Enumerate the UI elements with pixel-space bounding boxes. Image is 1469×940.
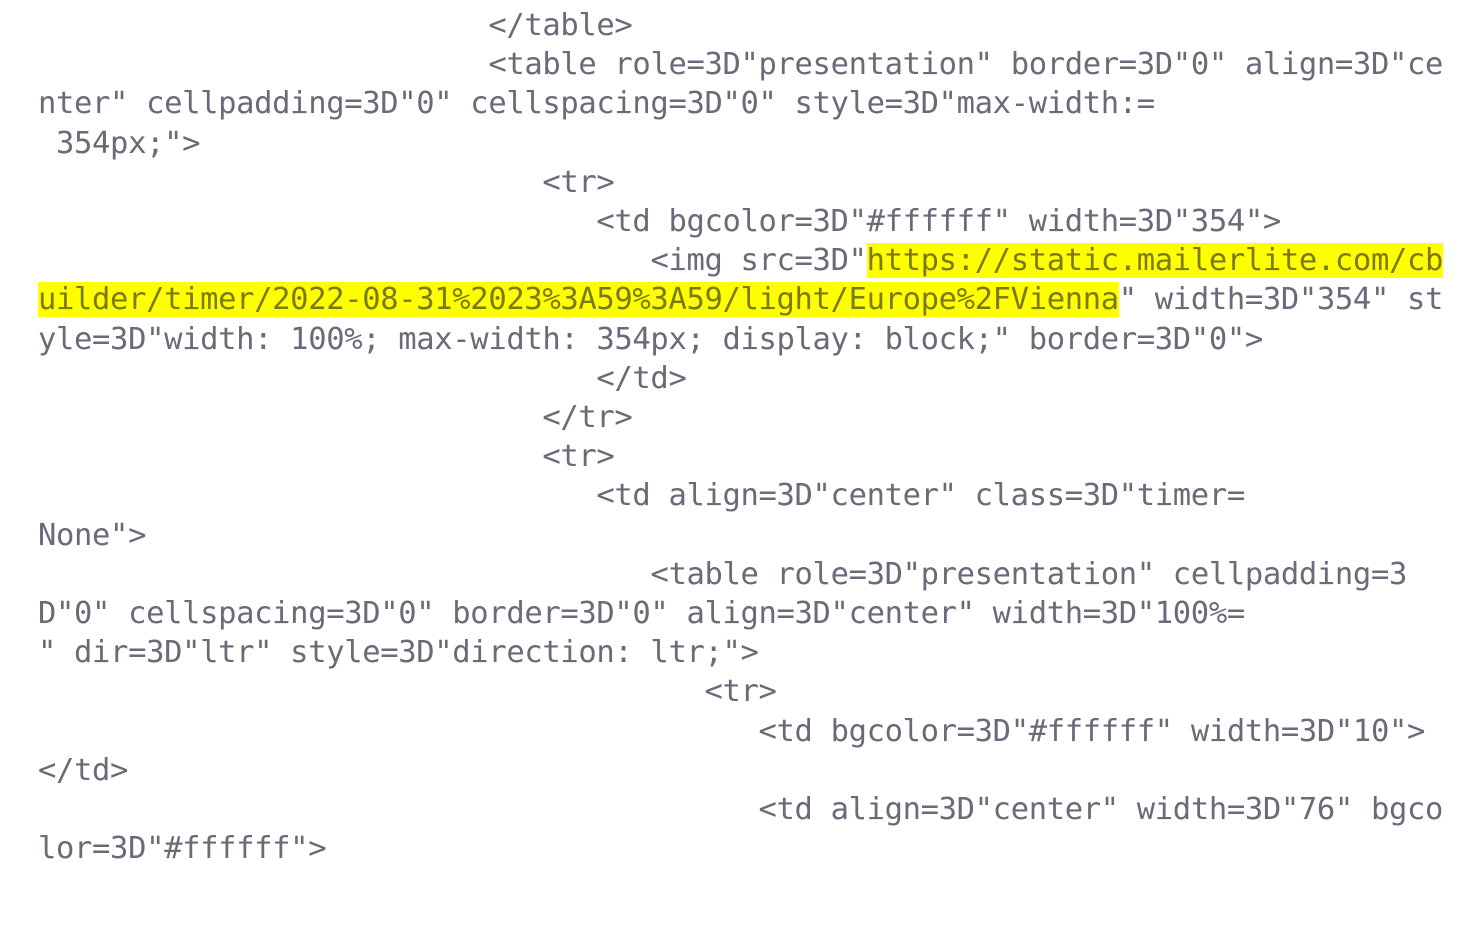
email-source-view: </table> <table role=3D"presentation" bo… [0, 0, 1469, 940]
source-segment-before-match: </table> <table role=3D"presentation" bo… [38, 8, 1443, 279]
source-code-block[interactable]: </table> <table role=3D"presentation" bo… [38, 6, 1453, 868]
source-segment-after-match: " width=3D"354" style=3D"width: 100%; ma… [38, 282, 1443, 867]
